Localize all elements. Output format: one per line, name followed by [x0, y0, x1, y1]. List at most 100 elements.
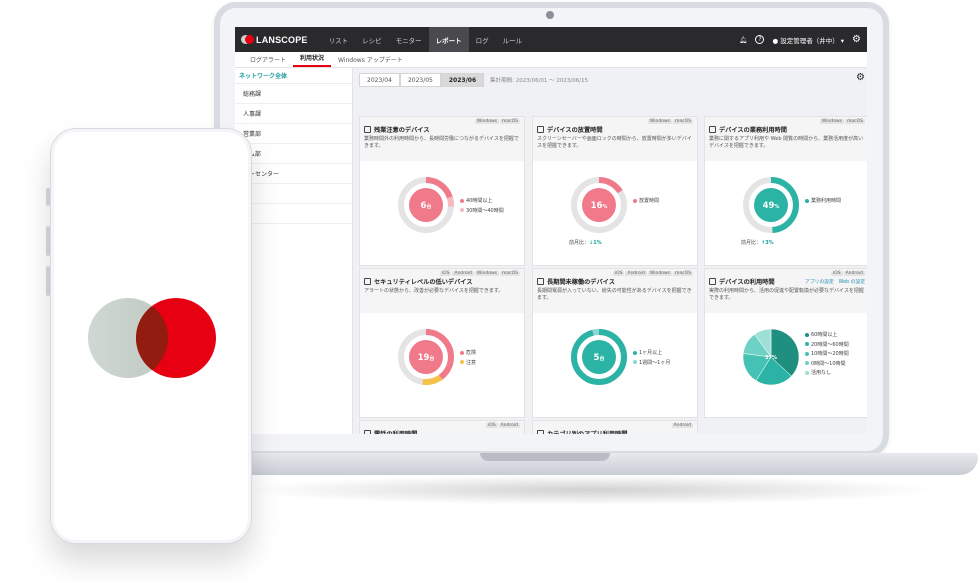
settings-links[interactable]: アプリの設定 Web の設定: [805, 278, 865, 285]
nav-log[interactable]: ログ: [469, 27, 496, 52]
center-value: 37%: [765, 355, 777, 361]
period-button[interactable]: 2023/06: [440, 73, 485, 87]
legend-dot-icon: [805, 198, 809, 203]
legend-item: 活用なし: [805, 369, 849, 379]
legend-dot-icon: [633, 198, 637, 203]
footnote-label: 前月比：: [569, 240, 590, 246]
card-icon: [537, 278, 544, 285]
help-icon[interactable]: ?: [755, 35, 765, 44]
nav-list[interactable]: リスト: [322, 27, 356, 52]
os-tag: macOS: [499, 271, 520, 276]
legend-item: 1ヶ月以上: [633, 349, 670, 359]
report-card[interactable]: Windows macOS 残業注意のデバイス 業務時間外の利用時間から、長時間労働に…: [359, 116, 525, 266]
sidebar-item[interactable]: 総務課: [235, 84, 352, 104]
card-description: 業務時間外の利用時間から、長時間労働につながるデバイスを把握できます。: [364, 136, 519, 149]
donut-chart: 16%: [571, 177, 627, 233]
legend-label: 1ヶ月以上: [639, 350, 663, 356]
os-tag: Android: [452, 271, 474, 276]
report-card[interactable]: Androidカテゴリ別のアプリ利用時間カテゴリ別のアプリ利用時間から、デバイス…: [532, 420, 698, 434]
nav-report[interactable]: レポート: [428, 27, 469, 52]
report-card[interactable]: iOS Android Windows macOS セキュリティレベルの低いデバイス アラ…: [359, 268, 525, 418]
card-title-text: デバイスの放置時間: [547, 127, 603, 134]
report-card[interactable]: iOS Android Windows macOS 長期間未稼働のデバイス 長期間電源が入…: [532, 268, 698, 418]
legend-label: 業務利用時間: [811, 198, 842, 204]
chart-legend: 危険 注意: [460, 349, 476, 368]
chart-legend: 60時間以上 20時間〜60時間 10時間〜20時間 0時間〜10時間 活用なし: [805, 331, 849, 379]
nav-monitor[interactable]: モニター: [389, 27, 429, 52]
laptop-screen: LANSCOPE リスト レシピ モニター レポート ログ ルール 🔔︎ ? ●…: [235, 27, 867, 434]
report-card[interactable]: Windows macOS デバイスの業務利用時間業務に関するアプリ利用や Web …: [704, 116, 867, 266]
card-title: デバイスの業務利用時間: [709, 125, 865, 134]
legend-label: 注意: [466, 359, 477, 366]
sidebar-item[interactable]: 人事課: [235, 104, 352, 124]
report-card[interactable]: Windows macOS デバイスの放置時間 スクリーンセーバーや画面ロックの時間か…: [532, 116, 698, 266]
legend-label: 20時間〜60時間: [811, 341, 849, 348]
legend-label: 0時間〜10時間: [811, 360, 846, 367]
card-title-text: カテゴリ別のアプリ利用時間: [547, 429, 627, 434]
legend-item: 30時間〜40時間: [460, 207, 504, 217]
phone-brand-logo-icon: [88, 298, 216, 378]
report-main: 2023/04 2023/05 2023/06 集計期間: 2023/06/01…: [353, 68, 867, 434]
card-title: 長期間未稼働のデバイス: [537, 277, 693, 286]
sidebar-item[interactable]: テム部: [235, 144, 352, 164]
os-tag: Windows: [819, 119, 844, 124]
sidebar-item[interactable]: 部: [235, 184, 352, 204]
footnote-label: 前月比：: [741, 240, 762, 246]
card-icon: [364, 126, 371, 133]
card-icon: [709, 278, 716, 285]
os-tag: Android: [671, 423, 693, 428]
chevron-down-icon: ▾: [840, 36, 845, 45]
legend-dot-icon: [805, 342, 809, 346]
legend-item: 1週間〜1ヶ月: [633, 359, 670, 369]
report-card[interactable]: iOSAndroid電話の利用時間通話の時間から、適切なプランに変更するなど費用…: [359, 420, 525, 434]
card-description: 実際の利用時間から、活用の促進や配置転換が必要なデバイスを把握できます。: [709, 288, 864, 301]
period-button[interactable]: 2023/05: [399, 73, 441, 87]
top-right-tools: 🔔︎ ? ● 設定管理者（井中） ▾ ⚙: [739, 34, 861, 45]
tab-windows-update[interactable]: Windows アップデート: [331, 55, 410, 67]
legend-item: 40時間以上: [460, 197, 504, 207]
legend-label: 60時間以上: [811, 332, 838, 338]
month-over-month: 前月比：↓1%: [569, 239, 602, 246]
legend-dot-icon: [460, 350, 464, 355]
brand-mark-icon: [241, 34, 254, 46]
card-description: アラートの状態から、改善が必要なデバイスを把握できます。: [364, 288, 504, 294]
nav-recipe[interactable]: レシピ: [355, 27, 389, 52]
bell-icon[interactable]: 🔔︎: [739, 36, 747, 44]
legend-dot-icon: [805, 370, 809, 375]
user-icon: ●: [772, 36, 779, 45]
laptop-camera: [546, 11, 554, 19]
legend-label: 40時間以上: [466, 198, 493, 204]
brand-name: LANSCOPE: [256, 34, 308, 45]
footnote-value: ↓1%: [589, 240, 602, 246]
legend-item: 放置時間: [633, 197, 659, 207]
legend-dot-icon: [460, 360, 464, 364]
os-tag: Windows: [647, 271, 672, 276]
os-tag: iOS: [485, 423, 498, 428]
sidebar-item[interactable]: 用: [235, 204, 352, 224]
period-button[interactable]: 2023/04: [359, 73, 400, 87]
legend-label: 放置時間: [639, 198, 660, 204]
user-menu[interactable]: ● 設定管理者（井中） ▾: [772, 35, 844, 45]
sidebar-head[interactable]: ネットワーク全体: [235, 68, 352, 84]
chart-legend: 放置時間: [633, 197, 659, 207]
os-tag: macOS: [844, 119, 865, 124]
main-nav: リスト レシピ モニター レポート ログ ルール: [322, 27, 530, 52]
tab-log-alert[interactable]: ログアラート: [243, 55, 293, 67]
report-card[interactable]: iOS Android デバイスの利用時間 実際の利用時間から、活用の促進や配置転換が…: [704, 268, 867, 418]
os-tag: Windows: [647, 119, 672, 124]
card-description: 業務に関するアプリ利用や Web 閲覧の時間から、業務活用度が高いデバイスを把握…: [709, 136, 864, 149]
report-settings-gear-icon[interactable]: ⚙: [856, 72, 865, 83]
sidebar-item[interactable]: ートセンター: [235, 164, 352, 184]
tab-usage[interactable]: 利用状況: [293, 53, 332, 67]
settings-gear-icon[interactable]: ⚙: [852, 34, 861, 45]
brand-logo[interactable]: LANSCOPE: [241, 34, 308, 46]
nav-rule[interactable]: ルール: [496, 27, 530, 52]
legend-item: 危険: [460, 349, 476, 359]
sidebar-item[interactable]: 営業部: [235, 124, 352, 144]
card-title-text: セキュリティレベルの低いデバイス: [374, 279, 473, 286]
legend-dot-icon: [805, 351, 809, 356]
legend-label: 危険: [466, 350, 477, 356]
footnote-value: ↑3%: [761, 240, 774, 246]
card-title-text: デバイスの利用時間: [719, 279, 775, 286]
chart-legend: 40時間以上 30時間〜40時間: [460, 197, 504, 216]
